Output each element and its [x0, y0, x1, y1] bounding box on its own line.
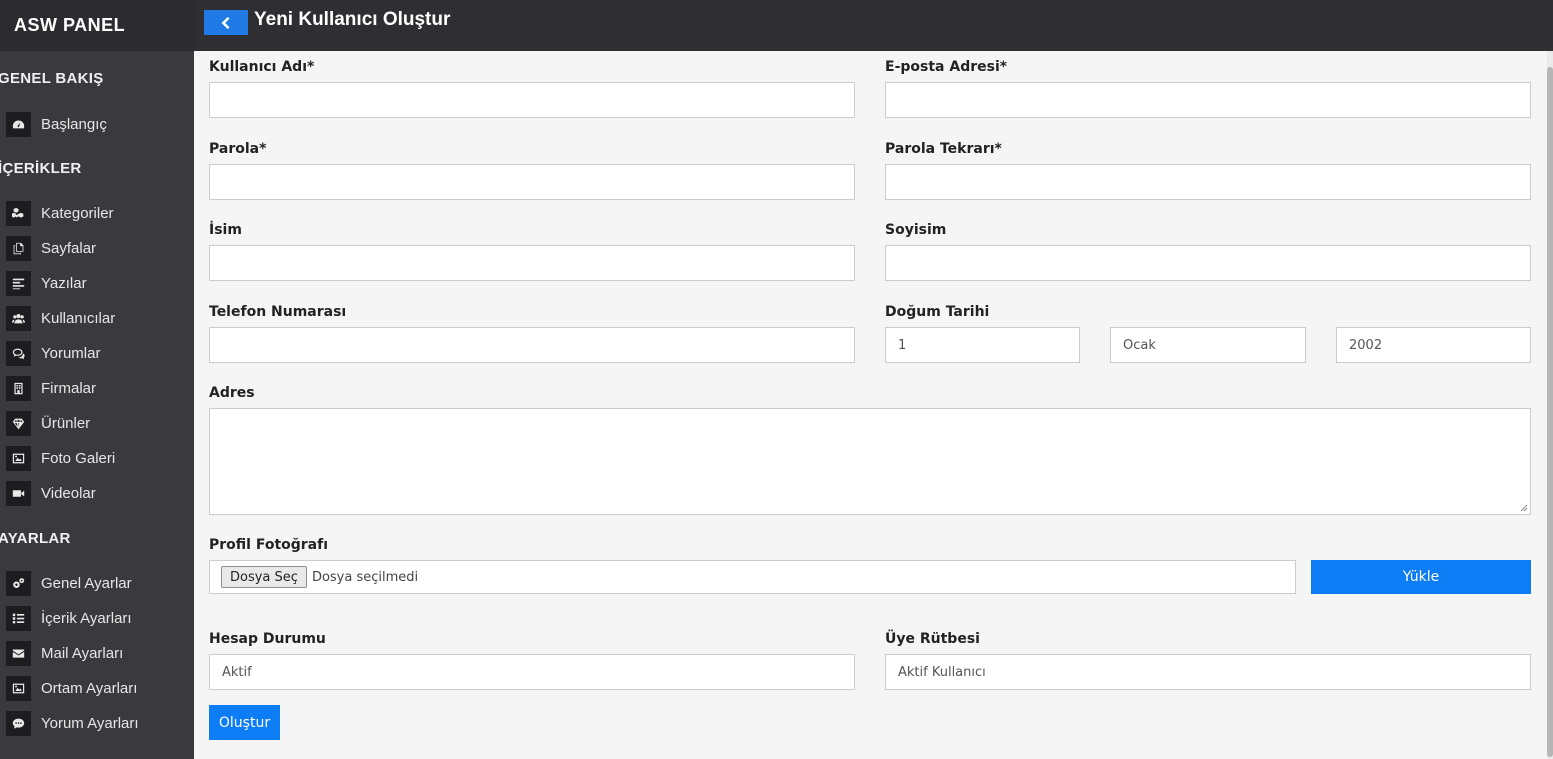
video-icon	[6, 480, 31, 506]
sidebar-item-posts[interactable]: Yazılar	[0, 268, 194, 298]
profile-photo-label: Profil Fotoğrafı	[209, 537, 329, 553]
sidebar-item-label: Yorum Ayarları	[41, 714, 139, 732]
sidebar-item-label: Kullanıcılar	[41, 309, 116, 327]
file-status-text: Dosya seçilmedi	[311, 569, 419, 585]
sidebar-item-label: Sayfalar	[41, 239, 97, 257]
first-name-input[interactable]	[209, 245, 855, 281]
email-label: E-posta Adresi*	[885, 59, 1008, 75]
sidebar-item-categories[interactable]: Kategoriler	[0, 198, 194, 228]
member-rank-label: Üye Rütbesi	[885, 631, 980, 647]
sidebar-item-media-settings[interactable]: Ortam Ayarları	[0, 673, 194, 703]
sidebar-item-label: Firmalar	[41, 379, 96, 397]
cogs-icon	[6, 570, 31, 596]
address-label: Adres	[209, 385, 255, 401]
password-label: Parola*	[209, 141, 267, 157]
sidebar-item-label: Foto Galeri	[41, 449, 116, 467]
image-icon	[6, 445, 31, 471]
member-rank-select[interactable]: Aktif Kullanıcı	[885, 654, 1531, 690]
address-textarea[interactable]	[209, 408, 1531, 515]
header-bar: Yeni Kullanıcı Oluştur	[194, 0, 1553, 51]
phone-input[interactable]	[209, 327, 855, 363]
choose-file-button[interactable]: Dosya Seç	[221, 566, 307, 588]
sidebar-item-comments[interactable]: Yorumlar	[0, 338, 194, 368]
sidebar-item-general-settings[interactable]: Genel Ayarlar	[0, 568, 194, 598]
section-title-settings: AYARLAR	[0, 530, 71, 547]
password-repeat-input[interactable]	[885, 164, 1531, 200]
back-button[interactable]	[204, 10, 248, 35]
brand-logo: ASW PANEL	[0, 0, 194, 51]
sidebar-item-label: İçerik Ayarları	[41, 609, 132, 627]
account-status-select[interactable]: Aktif	[209, 654, 855, 690]
sidebar-item-label: Videolar	[41, 484, 96, 502]
username-label: Kullanıcı Adı*	[209, 59, 315, 75]
users-icon	[6, 305, 31, 331]
sidebar-item-label: Kategoriler	[41, 204, 114, 222]
sidebar-item-products[interactable]: Ürünler	[0, 408, 194, 438]
diamond-icon	[6, 410, 31, 436]
birth-year-select[interactable]: 2002	[1336, 327, 1531, 363]
sidebar-item-companies[interactable]: Firmalar	[0, 373, 194, 403]
sidebar-item-comment-settings[interactable]: Yorum Ayarları	[0, 708, 194, 738]
copy-icon	[6, 235, 31, 261]
username-input[interactable]	[209, 82, 855, 118]
sidebar-item-label: Ürünler	[41, 414, 91, 432]
email-input[interactable]	[885, 82, 1531, 118]
sidebar-item-content-settings[interactable]: İçerik Ayarları	[0, 603, 194, 633]
sidebar: ASW PANEL GENEL BAKIŞ Başlangıç İÇERİKLE…	[0, 0, 194, 759]
sidebar-item-label: Ortam Ayarları	[41, 679, 138, 697]
comment-icon	[6, 710, 31, 736]
scrollbar-thumb[interactable]	[1547, 67, 1553, 757]
building-icon	[6, 375, 31, 401]
phone-label: Telefon Numarası	[209, 304, 347, 320]
birth-month-select[interactable]: Ocak	[1110, 327, 1306, 363]
dashboard-icon	[6, 111, 31, 137]
section-title-contents: İÇERİKLER	[0, 160, 82, 177]
sidebar-item-label: Başlangıç	[41, 115, 107, 133]
envelope-icon	[6, 640, 31, 666]
sidebar-item-label: Mail Ayarları	[41, 644, 124, 662]
birth-date-label: Doğum Tarihi	[885, 304, 990, 320]
sidebar-item-users[interactable]: Kullanıcılar	[0, 303, 194, 333]
sidebar-item-mail-settings[interactable]: Mail Ayarları	[0, 638, 194, 668]
resize-grip-icon[interactable]	[1520, 504, 1528, 512]
comments-icon	[6, 340, 31, 366]
sidebar-item-label: Yazılar	[41, 274, 87, 292]
account-status-label: Hesap Durumu	[209, 631, 326, 647]
first-name-label: İsim	[209, 222, 242, 238]
birth-day-select[interactable]: 1	[885, 327, 1080, 363]
profile-photo-file-input: Dosya Seç Dosya seçilmedi	[209, 560, 1296, 594]
vertical-scrollbar[interactable]	[1547, 51, 1553, 759]
upload-button[interactable]: Yükle	[1311, 560, 1531, 594]
page-title: Yeni Kullanıcı Oluştur	[254, 9, 451, 30]
password-repeat-label: Parola Tekrarı*	[885, 141, 1002, 157]
sidebar-item-photo-gallery[interactable]: Foto Galeri	[0, 443, 194, 473]
sidebar-item-videos[interactable]: Videolar	[0, 478, 194, 508]
chevron-left-icon	[221, 16, 230, 29]
section-title-overview: GENEL BAKIŞ	[0, 70, 104, 87]
align-left-icon	[6, 270, 31, 296]
list-icon	[6, 605, 31, 631]
sidebar-item-label: Yorumlar	[41, 344, 101, 362]
cubes-icon	[6, 200, 31, 226]
create-button[interactable]: Oluştur	[209, 705, 280, 740]
last-name-label: Soyisim	[885, 222, 947, 238]
sidebar-item-pages[interactable]: Sayfalar	[0, 233, 194, 263]
sidebar-item-dashboard[interactable]: Başlangıç	[0, 109, 194, 139]
sidebar-item-label: Genel Ayarlar	[41, 574, 132, 592]
last-name-input[interactable]	[885, 245, 1531, 281]
password-input[interactable]	[209, 164, 855, 200]
image-icon	[6, 675, 31, 701]
